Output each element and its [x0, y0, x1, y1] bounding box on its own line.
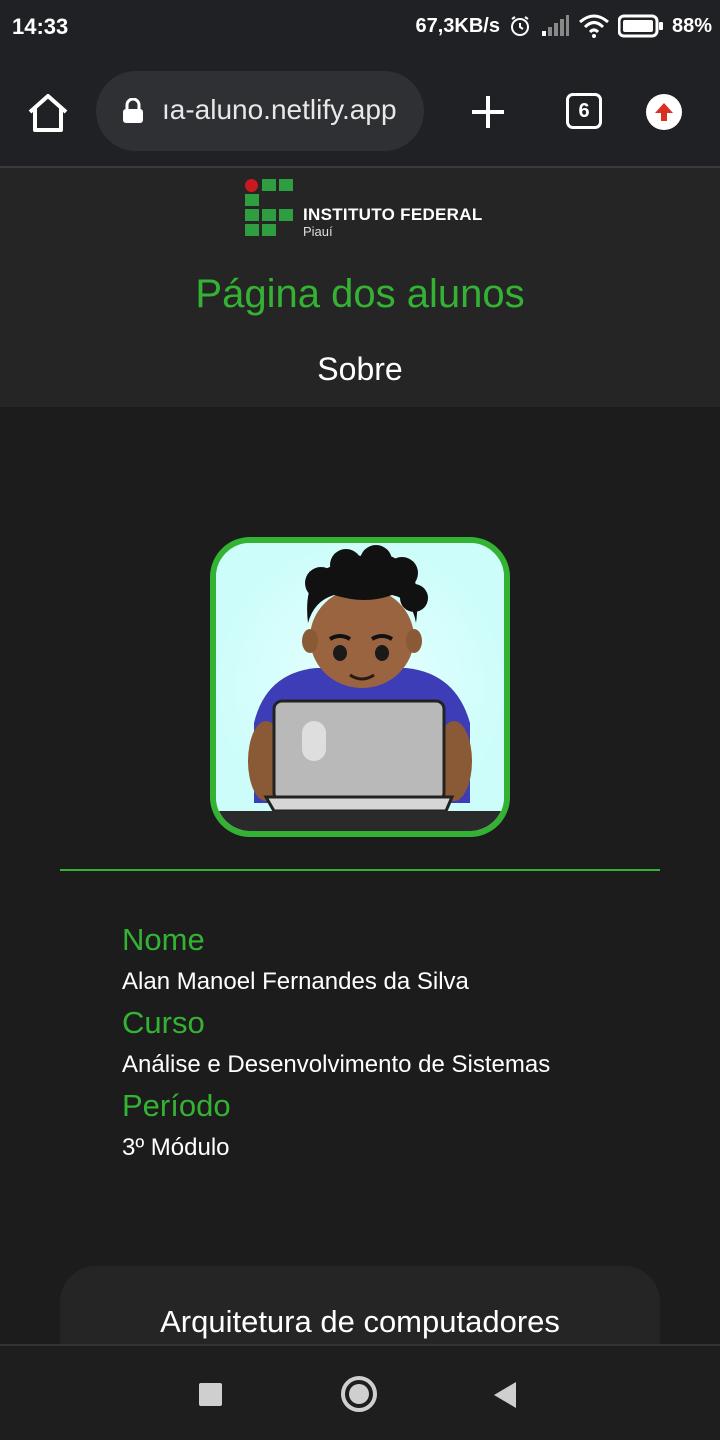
wifi-icon: [578, 14, 610, 38]
battery-percent: 88%: [671, 14, 712, 37]
nav-link-sobre[interactable]: Sobre: [0, 351, 720, 388]
status-icons: 67,3KB/s 88%: [415, 14, 712, 38]
lock-icon: [122, 97, 144, 124]
logo-campus-name: Piauí: [303, 224, 333, 239]
update-arrow-icon[interactable]: [646, 94, 682, 130]
address-bar[interactable]: ıa-aluno.netlify.app: [96, 71, 424, 151]
section-divider: [60, 869, 660, 871]
value-periodo: 3º Módulo: [122, 1134, 230, 1161]
alarm-icon: [508, 14, 532, 38]
logo-institution-name: INSTITUTO FEDERAL: [303, 205, 483, 224]
label-curso: Curso: [122, 1005, 205, 1040]
student-avatar: [210, 537, 510, 837]
value-nome: Alan Manoel Fernandes da Silva: [122, 968, 469, 995]
home-circle-icon[interactable]: [341, 1376, 377, 1412]
clock: 14:33: [12, 14, 69, 39]
subject-card-title: Arquitetura de computadores: [160, 1304, 560, 1339]
if-logo[interactable]: INSTITUTO FEDERAL Piauí: [245, 179, 483, 239]
value-curso: Análise e Desenvolvimento de Sistemas: [122, 1051, 551, 1078]
back-icon[interactable]: [494, 1382, 516, 1408]
page-title: Página dos alunos: [195, 272, 525, 316]
home-icon[interactable]: [24, 90, 72, 138]
network-speed: 67,3KB/s: [415, 14, 500, 37]
status-bar: 14:33 67,3KB/s 88%: [0, 0, 720, 56]
site-header: INSTITUTO FEDERAL Piauí Página dos aluno…: [0, 168, 720, 407]
if-logo-mark: [245, 179, 293, 236]
tab-switcher-button[interactable]: 6: [566, 93, 602, 129]
label-nome: Nome: [122, 922, 205, 957]
browser-toolbar: ıa-aluno.netlify.app 6: [0, 56, 720, 168]
recents-icon[interactable]: [199, 1383, 222, 1406]
cell-signal-icon: [540, 15, 570, 37]
student-info: Nome Alan Manoel Fernandes da Silva Curs…: [122, 920, 682, 1169]
battery-icon: [617, 14, 664, 38]
new-tab-plus-icon[interactable]: [466, 90, 510, 134]
system-nav-bar: [0, 1344, 720, 1440]
label-periodo: Período: [122, 1088, 231, 1123]
url-text[interactable]: ıa-aluno.netlify.app: [162, 94, 412, 126]
